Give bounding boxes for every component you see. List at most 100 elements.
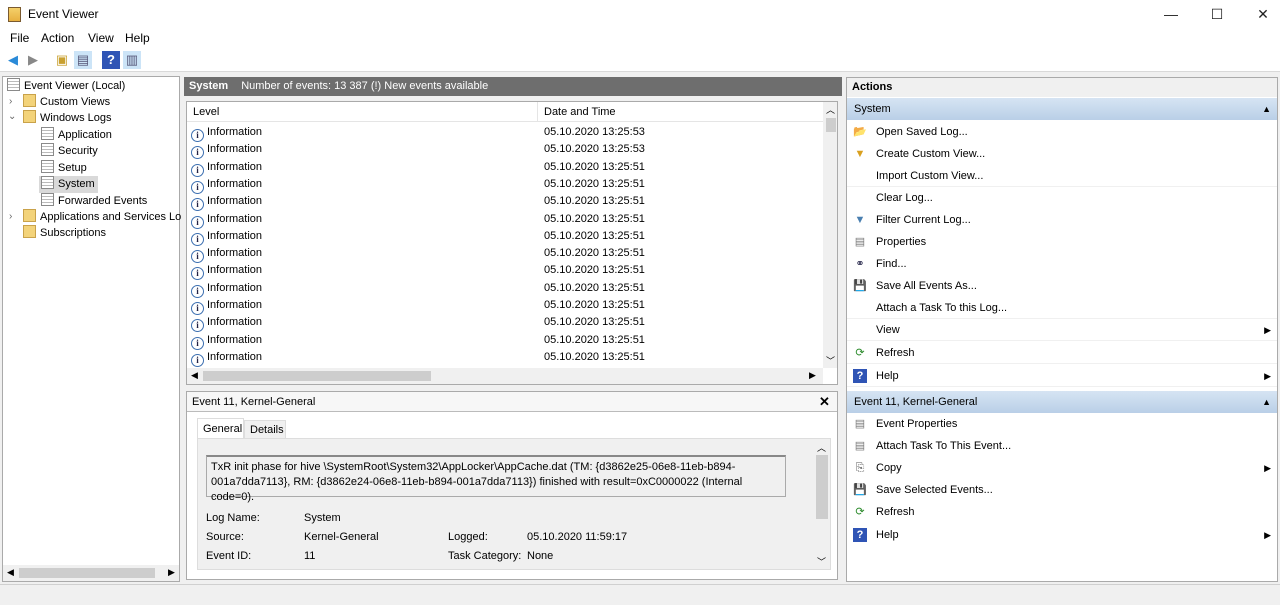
section-label: Event 11, Kernel-General xyxy=(854,396,978,408)
scroll-left-icon[interactable]: ◀ xyxy=(191,370,198,381)
table-row[interactable]: i Information 05.10.2020 13:25:51 xyxy=(191,280,821,298)
tree-item-application[interactable]: Application xyxy=(41,127,112,144)
forward-icon[interactable]: ▶ xyxy=(24,51,42,69)
vertical-scrollbar[interactable]: ︿ ﹀ xyxy=(814,439,830,569)
information-icon: i xyxy=(191,284,204,298)
table-row[interactable]: i Information 05.10.2020 13:25:53 xyxy=(191,141,821,160)
action-open-saved-log[interactable]: 📂 Open Saved Log... xyxy=(847,121,1277,143)
table-row[interactable]: i Information 05.10.2020 13:25:51 xyxy=(191,332,821,350)
action-attach-task-to-this-event[interactable]: ▤ Attach Task To This Event... xyxy=(847,435,1277,457)
table-row[interactable]: i Information 05.10.2020 13:25:51 xyxy=(191,211,821,229)
table-row[interactable]: i Information 05.10.2020 13:25:51 xyxy=(191,193,821,212)
table-row[interactable]: i Information 05.10.2020 13:25:51 xyxy=(191,314,821,333)
tree-item-custom-views[interactable]: Custom Views xyxy=(23,94,110,111)
save-icon: 💾 xyxy=(853,280,867,292)
close-detail-icon[interactable]: ✕ xyxy=(819,394,830,410)
scrollbar-thumb[interactable] xyxy=(826,118,836,132)
maximize-button[interactable]: ☐ xyxy=(1194,0,1240,28)
table-row[interactable]: i Information 05.10.2020 13:25:51 xyxy=(191,245,821,264)
action-help[interactable]: ? Help ▶ xyxy=(847,524,1277,546)
menu-help[interactable]: Help xyxy=(125,31,150,45)
tree-item-subscriptions[interactable]: Subscriptions xyxy=(23,225,106,242)
action-label: Attach Task To This Event... xyxy=(876,440,1012,452)
table-row[interactable]: i Information 05.10.2020 13:25:51 xyxy=(191,228,821,246)
scroll-down-icon[interactable]: ﹀ xyxy=(826,354,835,367)
log-header: System Number of events: 13 387 (!) New … xyxy=(184,77,842,96)
tree-label: System xyxy=(58,178,95,190)
folder-icon xyxy=(23,110,36,123)
table-row[interactable]: i Information 05.10.2020 13:25:51 xyxy=(191,297,821,315)
table-row[interactable]: i Information 05.10.2020 13:25:51 xyxy=(191,176,821,194)
chevron-right-icon[interactable]: › xyxy=(9,211,12,222)
scrollbar-thumb[interactable] xyxy=(19,568,155,578)
tree-item-forwarded-events[interactable]: Forwarded Events xyxy=(41,193,147,210)
action-label: Refresh xyxy=(876,347,915,359)
action-save-all-events-as[interactable]: 💾 Save All Events As... xyxy=(847,275,1277,297)
action-save-selected-events[interactable]: 💾 Save Selected Events... xyxy=(847,479,1277,501)
collapse-icon[interactable]: ▲ xyxy=(1262,98,1271,120)
tree-item-security[interactable]: Security xyxy=(41,143,98,160)
action-label: Properties xyxy=(876,236,927,248)
tree-item-windows-logs[interactable]: Windows Logs xyxy=(23,110,112,127)
menu-file[interactable]: File xyxy=(10,31,29,45)
scroll-right-icon[interactable]: ▶ xyxy=(809,370,816,381)
horizontal-scrollbar[interactable]: ◀ ▶ xyxy=(3,565,179,581)
column-date-time[interactable]: Date and Time xyxy=(537,102,622,122)
action-attach-a-task-to-this-log[interactable]: Attach a Task To this Log... xyxy=(847,297,1277,319)
window-title: Event Viewer xyxy=(28,7,99,21)
scrollbar-thumb[interactable] xyxy=(203,371,431,381)
scroll-up-icon[interactable]: ︿ xyxy=(826,103,835,116)
section-event[interactable]: Event 11, Kernel-General ▲ xyxy=(847,391,1277,413)
scroll-down-icon[interactable]: ﹀ xyxy=(817,555,826,568)
menu-view[interactable]: View xyxy=(88,31,114,45)
table-row[interactable]: i Information 05.10.2020 13:25:53 xyxy=(191,124,821,142)
scrollbar-thumb[interactable] xyxy=(816,455,828,519)
scroll-left-icon[interactable]: ◀ xyxy=(7,567,14,578)
log-icon xyxy=(41,176,54,189)
tree-item-applications-and-services-logs[interactable]: Applications and Services Lo xyxy=(23,209,181,226)
table-row[interactable]: i Information 05.10.2020 13:25:51 xyxy=(191,349,821,367)
action-properties[interactable]: ▤ Properties xyxy=(847,231,1277,253)
action-import-custom-view[interactable]: Import Custom View... xyxy=(847,165,1277,187)
column-level[interactable]: Level xyxy=(193,106,219,118)
show-hide-tree-icon[interactable]: ▤ xyxy=(74,51,92,69)
vertical-scrollbar[interactable]: ︿ ﹀ xyxy=(823,102,837,368)
action-filter-current-log[interactable]: ▼ Filter Current Log... xyxy=(847,209,1277,231)
close-button[interactable]: ✕ xyxy=(1240,0,1280,28)
up-folder-icon[interactable]: ▣ xyxy=(53,51,71,69)
action-create-custom-view[interactable]: ▼ Create Custom View... xyxy=(847,143,1277,165)
chevron-down-icon[interactable]: ⌄ xyxy=(8,111,16,122)
action-find[interactable]: ⚭ Find... xyxy=(847,253,1277,275)
properties-icon: ▤ xyxy=(854,418,866,430)
action-view[interactable]: View ▶ xyxy=(847,319,1277,341)
tree-item-system[interactable]: System xyxy=(39,176,98,193)
menu-action[interactable]: Action xyxy=(41,31,74,45)
action-clear-log[interactable]: Clear Log... xyxy=(847,187,1277,209)
chevron-right-icon[interactable]: › xyxy=(9,96,12,107)
collapse-icon[interactable]: ▲ xyxy=(1262,391,1271,413)
horizontal-scrollbar[interactable]: ◀ ▶ xyxy=(187,368,823,384)
action-copy[interactable]: ⎘ Copy ▶ xyxy=(847,457,1277,479)
table-row[interactable]: i Information 05.10.2020 13:25:51 xyxy=(191,262,821,281)
minimize-button[interactable]: — xyxy=(1148,0,1194,28)
tab-general[interactable]: General xyxy=(197,418,244,439)
help-icon[interactable]: ? xyxy=(102,51,120,69)
show-hide-action-pane-icon[interactable]: ▥ xyxy=(123,51,141,69)
action-help[interactable]: ? Help ▶ xyxy=(847,365,1277,387)
date-cell: 05.10.2020 13:25:51 xyxy=(544,229,645,242)
action-refresh[interactable]: ⟳ Refresh xyxy=(847,501,1277,523)
action-event-properties[interactable]: ▤ Event Properties xyxy=(847,413,1277,435)
tab-details[interactable]: Details xyxy=(244,420,286,439)
tree-label: Event Viewer (Local) xyxy=(24,80,126,92)
copy-icon: ⎘ xyxy=(855,462,865,474)
action-refresh[interactable]: ⟳ Refresh xyxy=(847,342,1277,364)
table-row[interactable]: i Information 05.10.2020 13:25:51 xyxy=(191,159,821,177)
scroll-right-icon[interactable]: ▶ xyxy=(168,567,175,578)
tree-item-event-viewer-local[interactable]: Event Viewer (Local) xyxy=(7,78,125,95)
section-system[interactable]: System ▲ xyxy=(847,98,1277,120)
tree-item-setup[interactable]: Setup xyxy=(41,160,87,177)
information-icon: i xyxy=(191,163,204,177)
scroll-up-icon[interactable]: ︿ xyxy=(817,441,826,454)
information-icon: i xyxy=(191,336,204,350)
back-icon[interactable]: ◀ xyxy=(4,51,22,69)
